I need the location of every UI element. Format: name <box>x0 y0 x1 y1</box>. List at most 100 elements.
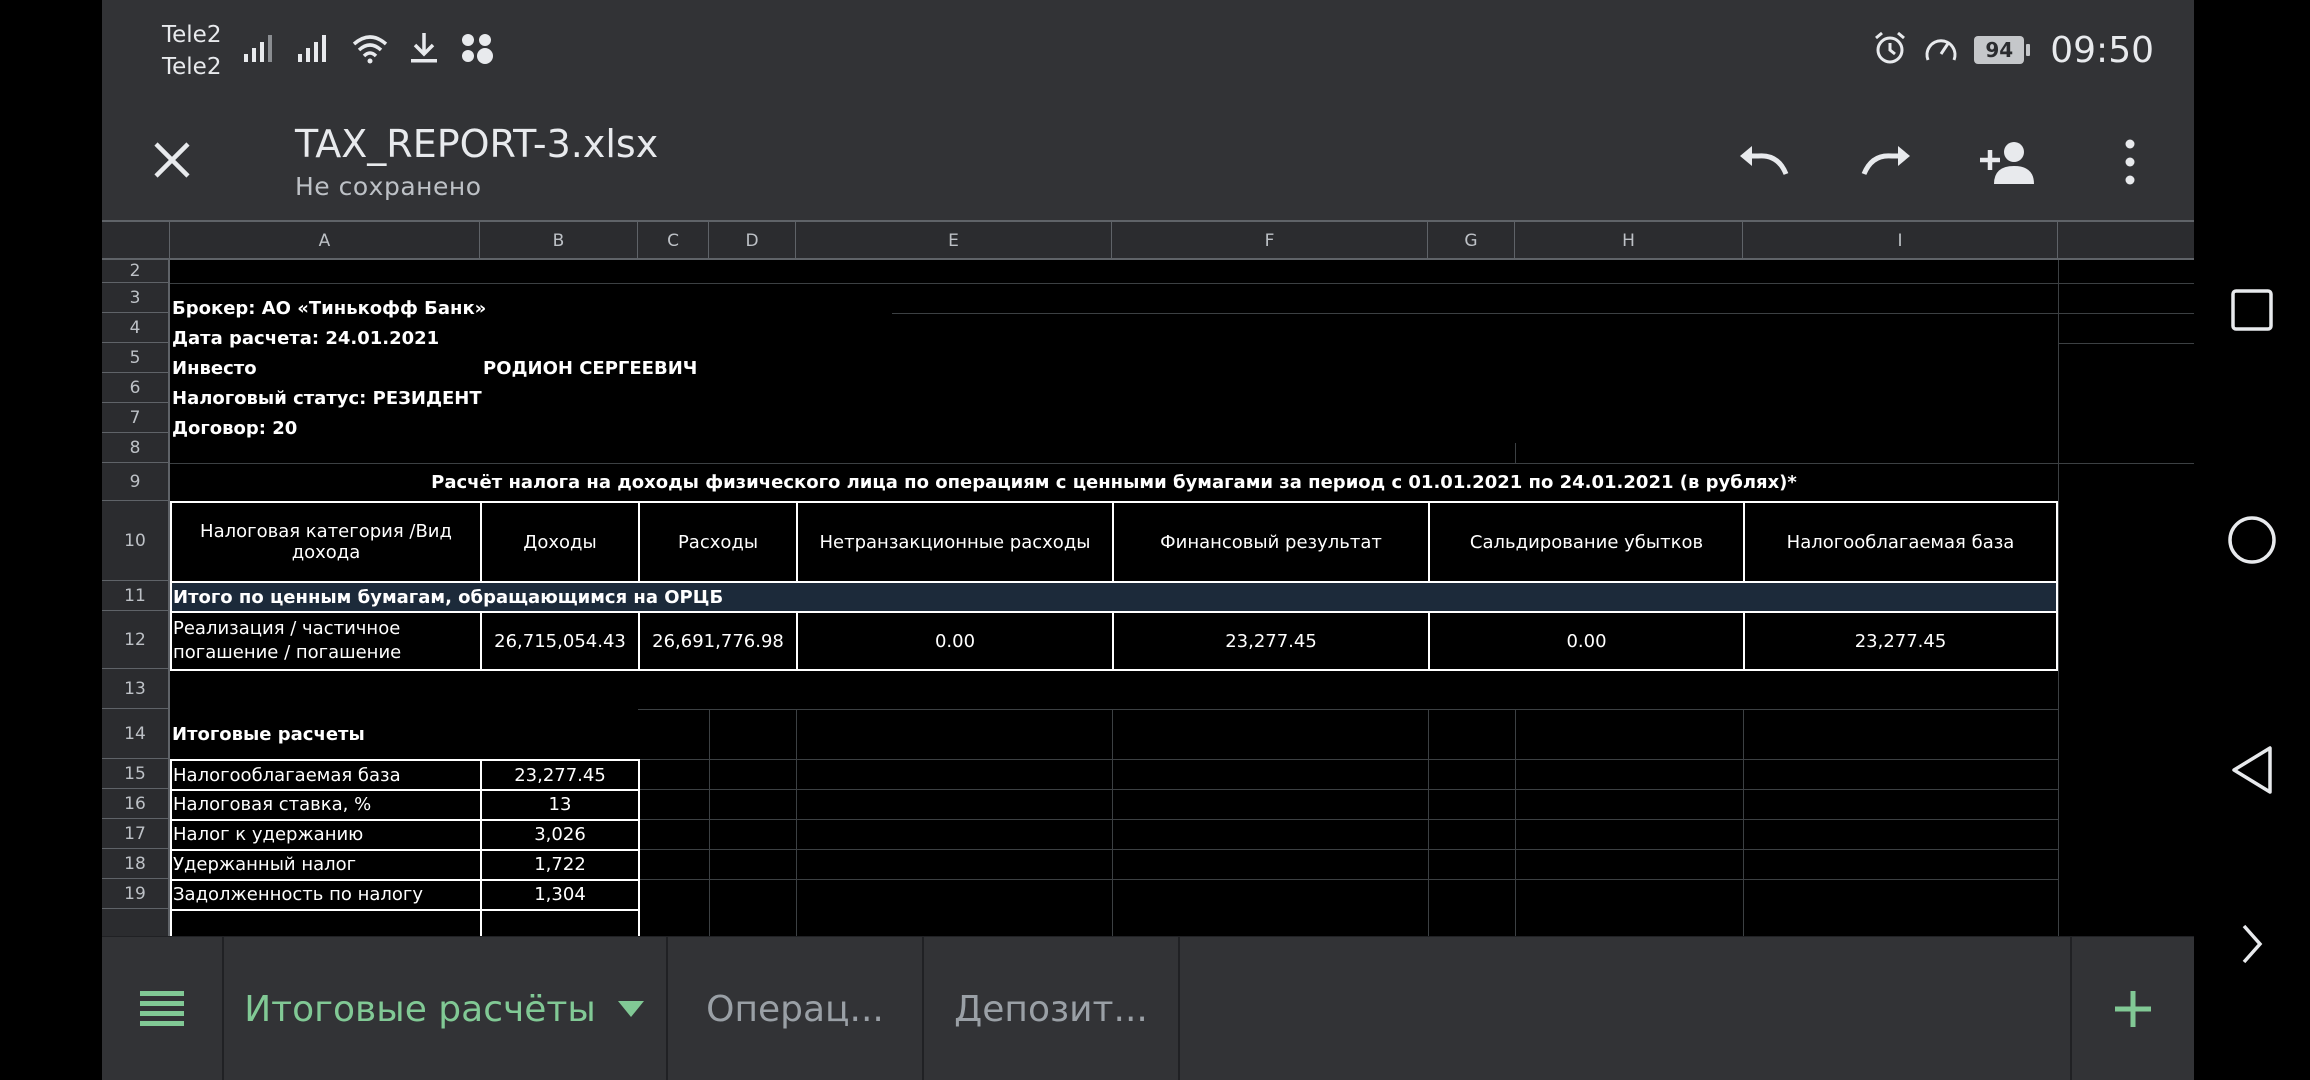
row-header-15[interactable]: 15 <box>102 759 168 789</box>
home-button[interactable] <box>2222 510 2282 570</box>
header-financial-result[interactable]: Финансовый результат <box>1112 501 1430 583</box>
gridline <box>1428 709 1429 936</box>
summary-value[interactable]: 1,304 <box>480 879 640 911</box>
broker-info[interactable]: Брокер: АО «Тинькофф Банк» <box>172 293 486 323</box>
gridline <box>638 789 2058 790</box>
gridline <box>709 709 710 936</box>
row-header-12[interactable]: 12 <box>102 611 168 669</box>
data-nontransaction-expenses[interactable]: 0.00 <box>796 611 1114 671</box>
gridline <box>1743 709 1744 936</box>
row-header-10[interactable]: 10 <box>102 501 168 581</box>
data-financial-result[interactable]: 23,277.45 <box>1112 611 1430 671</box>
row-header-20[interactable] <box>102 909 168 936</box>
tab-summary[interactable]: Итоговые расчёты <box>224 937 668 1080</box>
data-tax-base[interactable]: 23,277.45 <box>1743 611 2058 671</box>
investor-name[interactable]: РОДИОН СЕРГЕЕВИЧ <box>483 353 697 383</box>
nav-expand-button[interactable] <box>2222 914 2282 974</box>
summary-label[interactable]: Налогооблагаемая база <box>170 759 482 791</box>
toolbar: TAX_REPORT-3.xlsx Не сохранено <box>102 100 2194 220</box>
row-header-4[interactable]: 4 <box>102 313 168 343</box>
header-loss-offset[interactable]: Сальдирование убытков <box>1428 501 1745 583</box>
home-icon <box>2228 516 2276 564</box>
header-income[interactable]: Доходы <box>480 501 640 583</box>
row-header-7[interactable]: 7 <box>102 403 168 433</box>
gridline <box>892 313 2194 314</box>
close-icon <box>154 142 190 178</box>
row-header-18[interactable]: 18 <box>102 849 168 879</box>
share-button[interactable] <box>1976 130 2040 194</box>
more-options-button[interactable] <box>2098 130 2162 194</box>
column-header-empty[interactable] <box>2058 222 2194 260</box>
summary-title[interactable]: Итоговые расчеты <box>172 709 365 759</box>
row-header-17[interactable]: 17 <box>102 819 168 849</box>
summary-label[interactable]: Удержанный налог <box>170 849 482 881</box>
signal-icon <box>296 32 332 68</box>
tab-deposits[interactable]: Депозит... <box>924 937 1180 1080</box>
spreadsheet-app: Tele2 Tele2 94 09:50 TAX_REPORT-3.xlsx Н… <box>102 0 2194 1080</box>
row-header-2[interactable]: 2 <box>102 260 168 283</box>
more-vert-icon <box>2125 139 2135 185</box>
column-header-f[interactable]: F <box>1112 222 1428 260</box>
back-button[interactable] <box>2222 740 2282 800</box>
gridline <box>2058 260 2059 936</box>
column-header-c[interactable]: C <box>638 222 709 260</box>
column-header-i[interactable]: I <box>1743 222 2058 260</box>
summary-value[interactable]: 13 <box>480 789 640 821</box>
column-header-h[interactable]: H <box>1515 222 1743 260</box>
spreadsheet-grid[interactable]: A B C D E F G H I 2 3 4 5 6 7 8 9 10 11 … <box>102 220 2194 936</box>
sheets-menu-button[interactable] <box>102 937 224 1080</box>
menu-icon <box>140 991 184 1026</box>
row-header-14[interactable]: 14 <box>102 709 168 759</box>
data-category[interactable]: Реализация / частичное погашение / погаш… <box>170 611 482 671</box>
add-sheet-button[interactable] <box>2070 937 2194 1080</box>
wifi-icon <box>350 32 390 68</box>
contract-number[interactable]: Договор: 20 <box>172 413 297 443</box>
row-header-13[interactable]: 13 <box>102 669 168 709</box>
header-tax-base[interactable]: Налогооблагаемая база <box>1743 501 2058 583</box>
row-header-6[interactable]: 6 <box>102 373 168 403</box>
data-expenses[interactable]: 26,691,776.98 <box>638 611 798 671</box>
corner-cell[interactable] <box>102 222 170 260</box>
recents-button[interactable] <box>2222 280 2282 340</box>
column-header-d[interactable]: D <box>709 222 796 260</box>
row-header-3[interactable]: 3 <box>102 283 168 313</box>
summary-value[interactable]: 1,722 <box>480 849 640 881</box>
column-header-b[interactable]: B <box>480 222 638 260</box>
tax-status[interactable]: Налоговый статус: РЕЗИДЕНТ <box>172 383 482 413</box>
summary-label[interactable]: Налоговая ставка, % <box>170 789 482 821</box>
gridline <box>170 283 2194 284</box>
close-button[interactable] <box>142 130 202 190</box>
investor-prefix[interactable]: Инвесто <box>172 353 257 383</box>
row-header-16[interactable]: 16 <box>102 789 168 819</box>
undo-button[interactable] <box>1732 130 1796 194</box>
column-headers: A B C D E F G H I <box>102 220 2194 260</box>
summary-value[interactable]: 3,026 <box>480 819 640 851</box>
summary-value[interactable]: 23,277.45 <box>480 759 640 791</box>
dropdown-icon[interactable] <box>616 999 646 1019</box>
report-title[interactable]: Расчёт налога на доходы физического лица… <box>170 463 2058 501</box>
column-header-e[interactable]: E <box>796 222 1112 260</box>
row-header-8[interactable]: 8 <box>102 433 168 463</box>
report-date[interactable]: Дата расчета: 24.01.2021 <box>172 323 439 353</box>
column-header-g[interactable]: G <box>1428 222 1515 260</box>
summary-label[interactable]: Задолженность по налогу <box>170 879 482 911</box>
header-nontransaction-expenses[interactable]: Нетранзакционные расходы <box>796 501 1114 583</box>
data-loss-offset[interactable]: 0.00 <box>1428 611 1745 671</box>
row-header-11[interactable]: 11 <box>102 581 168 611</box>
column-header-a[interactable]: A <box>170 222 480 260</box>
header-expenses[interactable]: Расходы <box>638 501 798 583</box>
tab-summary-label: Итоговые расчёты <box>244 988 596 1030</box>
row-header-5[interactable]: 5 <box>102 343 168 373</box>
row-header-9[interactable]: 9 <box>102 463 168 501</box>
carrier-1: Tele2 <box>162 22 222 48</box>
summary-value-partial[interactable] <box>480 909 640 936</box>
summary-label-partial[interactable] <box>170 909 482 936</box>
data-income[interactable]: 26,715,054.43 <box>480 611 640 671</box>
section-orcb-total[interactable]: Итого по ценным бумагам, обращающимся на… <box>170 581 2058 613</box>
tab-operations[interactable]: Операц... <box>668 937 924 1080</box>
row-header-19[interactable]: 19 <box>102 879 168 909</box>
redo-button[interactable] <box>1854 130 1918 194</box>
summary-label[interactable]: Налог к удержанию <box>170 819 482 851</box>
header-tax-category[interactable]: Налоговая категория /Вид дохода <box>170 501 482 583</box>
add-icon <box>2115 991 2151 1027</box>
